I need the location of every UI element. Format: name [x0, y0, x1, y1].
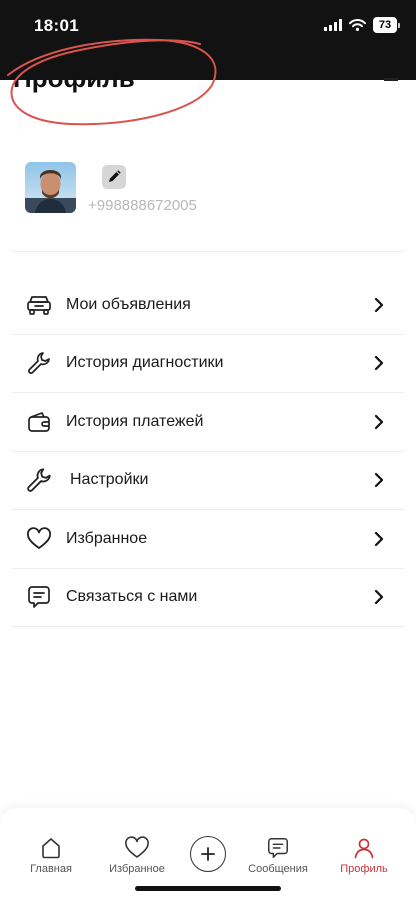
add-listing-button[interactable]	[190, 836, 226, 872]
wallet-icon	[24, 407, 54, 437]
menu-item-label: История диагностики	[66, 354, 224, 372]
wrench-icon	[24, 348, 54, 378]
status-time: 18:01	[34, 16, 79, 35]
wifi-icon	[349, 19, 366, 31]
header-menu-icon[interactable]	[384, 78, 398, 81]
signal-icon	[324, 19, 342, 31]
heart-icon	[125, 836, 149, 858]
tab-home[interactable]: Главная	[11, 836, 91, 875]
home-indicator	[135, 886, 281, 891]
home-icon	[42, 838, 60, 859]
menu-item-my-ads[interactable]: Мои объявления	[12, 276, 404, 335]
tab-favorites-label: Избранное	[109, 863, 165, 875]
menu-item-favorites[interactable]: Избранное	[12, 510, 404, 569]
chevron-right-icon	[372, 531, 386, 547]
car-icon	[24, 290, 54, 320]
tab-profile-label: Профиль	[340, 863, 388, 875]
chevron-right-icon	[372, 355, 386, 371]
battery-indicator: 73	[373, 17, 400, 33]
menu-item-payments-history[interactable]: История платежей	[12, 393, 404, 452]
divider	[12, 251, 404, 252]
page-title: Профиль	[13, 63, 135, 93]
menu-item-settings[interactable]: Настройки	[12, 452, 404, 510]
status-icons: 73	[324, 17, 400, 33]
profile-phone: +998888672005	[88, 197, 197, 214]
chevron-right-icon	[372, 589, 386, 605]
menu-item-label: История платежей	[66, 412, 204, 430]
edit-profile-button[interactable]	[102, 165, 126, 189]
tab-favorites[interactable]: Избранное	[97, 836, 177, 875]
pencil-icon	[109, 170, 121, 182]
chevron-right-icon	[372, 414, 386, 430]
menu-item-diagnostics-history[interactable]: История диагностики	[12, 335, 404, 393]
menu-item-label: Мои объявления	[66, 295, 191, 313]
menu-item-contact-us[interactable]: Связаться с нами	[12, 569, 404, 627]
wrench-icon	[24, 465, 54, 495]
chat-icon	[24, 582, 54, 612]
chat-icon	[268, 838, 288, 858]
user-icon	[354, 838, 374, 859]
battery-tip	[398, 22, 400, 28]
heart-icon	[24, 524, 54, 554]
menu-item-label: Избранное	[66, 529, 148, 547]
menu-item-label: Связаться с нами	[66, 588, 198, 606]
plus-icon	[201, 847, 215, 861]
chevron-right-icon	[372, 297, 386, 313]
tab-messages[interactable]: Сообщения	[238, 836, 318, 875]
menu-item-label: Настройки	[70, 471, 149, 489]
avatar[interactable]	[25, 162, 76, 213]
tab-profile[interactable]: Профиль	[324, 836, 404, 875]
profile-menu: Мои объявления История диагностики Истор…	[12, 276, 404, 627]
battery-level: 73	[373, 17, 397, 33]
tab-home-label: Главная	[30, 863, 72, 875]
tab-messages-label: Сообщения	[248, 863, 308, 875]
chevron-right-icon	[372, 472, 386, 488]
